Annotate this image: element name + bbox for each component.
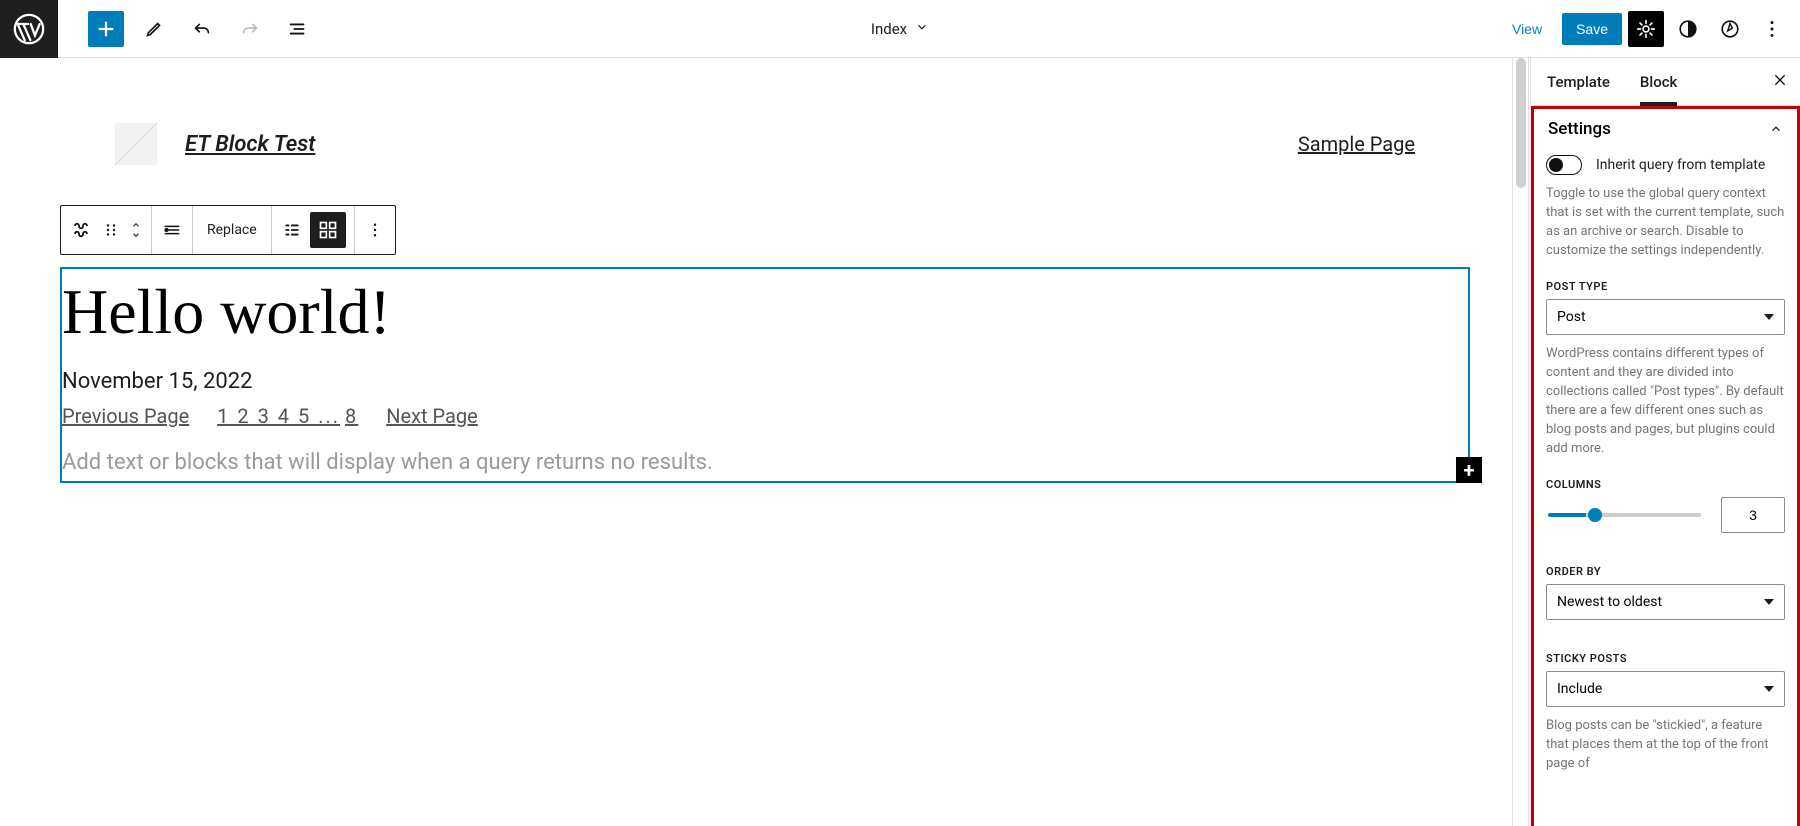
drag-handle-icon[interactable] bbox=[99, 218, 123, 242]
inherit-query-toggle[interactable] bbox=[1546, 155, 1582, 175]
close-sidebar-button[interactable] bbox=[1772, 72, 1788, 93]
sticky-posts-select[interactable]: Include bbox=[1546, 671, 1785, 707]
align-icon[interactable] bbox=[160, 218, 184, 242]
navigation-button[interactable] bbox=[1712, 11, 1748, 47]
list-view-icon bbox=[287, 18, 309, 40]
options-button[interactable] bbox=[1754, 11, 1790, 47]
chevron-down-icon bbox=[915, 20, 929, 38]
pagination-numbers[interactable]: 1 2 3 4 5 ... 8 bbox=[217, 404, 358, 428]
columns-slider[interactable] bbox=[1548, 513, 1701, 517]
site-title[interactable]: ET Block Test bbox=[185, 132, 315, 157]
undo-button[interactable] bbox=[184, 11, 220, 47]
query-loop-block[interactable]: Hello world! November 15, 2022 Previous … bbox=[60, 267, 1470, 483]
post-type-label: POST TYPE bbox=[1546, 280, 1785, 293]
gear-icon bbox=[1635, 18, 1657, 40]
canvas-scrollbar-thumb[interactable] bbox=[1516, 58, 1526, 188]
pencil-icon bbox=[143, 18, 165, 40]
undo-icon bbox=[191, 18, 213, 40]
order-by-select[interactable]: Newest to oldest bbox=[1546, 584, 1785, 620]
contrast-icon bbox=[1677, 18, 1699, 40]
layout-grid-icon[interactable] bbox=[310, 212, 346, 248]
sticky-posts-label: STICKY POSTS bbox=[1546, 652, 1785, 665]
view-button[interactable]: View bbox=[1498, 13, 1556, 45]
block-appender[interactable]: + bbox=[1456, 457, 1482, 483]
site-header-block: ET Block Test Sample Page bbox=[60, 118, 1470, 205]
compass-icon bbox=[1719, 18, 1741, 40]
settings-sidebar-toggle[interactable] bbox=[1628, 11, 1664, 47]
block-toolbar: Replace bbox=[60, 205, 396, 255]
tools-selector-button[interactable] bbox=[136, 11, 172, 47]
tab-template[interactable]: Template bbox=[1547, 59, 1610, 105]
sticky-posts-help: Blog posts can be "stickied", a feature … bbox=[1546, 717, 1785, 774]
pagination-next[interactable]: Next Page bbox=[386, 404, 478, 428]
columns-label: COLUMNS bbox=[1546, 478, 1785, 491]
layout-list-icon[interactable] bbox=[280, 218, 304, 242]
redo-icon bbox=[239, 18, 261, 40]
wordpress-icon bbox=[12, 12, 46, 46]
list-view-button[interactable] bbox=[280, 11, 316, 47]
kebab-icon bbox=[1761, 18, 1783, 40]
post-title[interactable]: Hello world! bbox=[62, 275, 1468, 349]
styles-button[interactable] bbox=[1670, 11, 1706, 47]
post-date[interactable]: November 15, 2022 bbox=[62, 369, 1468, 394]
site-logo-placeholder[interactable] bbox=[115, 123, 157, 165]
chevron-up-icon bbox=[129, 220, 143, 230]
replace-button[interactable]: Replace bbox=[201, 222, 263, 238]
wp-logo-button[interactable] bbox=[0, 0, 58, 58]
block-options-icon[interactable] bbox=[363, 218, 387, 242]
redo-button[interactable] bbox=[232, 11, 268, 47]
save-button[interactable]: Save bbox=[1562, 13, 1622, 45]
editor-canvas: ET Block Test Sample Page Replace bbox=[0, 58, 1530, 826]
post-type-help: WordPress contains different types of co… bbox=[1546, 345, 1785, 458]
close-icon bbox=[1772, 72, 1788, 88]
nav-link-sample-page[interactable]: Sample Page bbox=[1298, 132, 1415, 156]
plus-icon bbox=[95, 18, 117, 40]
inspector-sidebar: Template Block Settings Inherit query fr… bbox=[1530, 58, 1800, 826]
editor-topbar: Index View Save bbox=[0, 0, 1800, 58]
order-by-label: ORDER BY bbox=[1546, 565, 1785, 578]
post-type-select[interactable]: Post bbox=[1546, 299, 1785, 335]
query-loop-icon[interactable] bbox=[69, 218, 93, 242]
settings-panel-header[interactable]: Settings bbox=[1546, 109, 1785, 149]
no-results-placeholder[interactable]: Add text or blocks that will display whe… bbox=[62, 450, 1468, 475]
pagination-prev[interactable]: Previous Page bbox=[62, 404, 189, 428]
block-movers[interactable] bbox=[129, 220, 143, 240]
inherit-query-help: Toggle to use the global query context t… bbox=[1546, 185, 1785, 260]
tab-block[interactable]: Block bbox=[1640, 59, 1677, 105]
pagination-block: Previous Page 1 2 3 4 5 ... 8 Next Page bbox=[62, 404, 1468, 428]
columns-input[interactable] bbox=[1721, 497, 1785, 533]
settings-panel-title: Settings bbox=[1548, 119, 1611, 139]
inherit-query-label: Inherit query from template bbox=[1596, 157, 1765, 173]
chevron-up-icon bbox=[1769, 122, 1783, 136]
template-selector[interactable]: Index bbox=[871, 20, 929, 38]
template-name: Index bbox=[871, 20, 907, 38]
block-inserter-button[interactable] bbox=[88, 11, 124, 47]
chevron-down-icon bbox=[129, 230, 143, 240]
